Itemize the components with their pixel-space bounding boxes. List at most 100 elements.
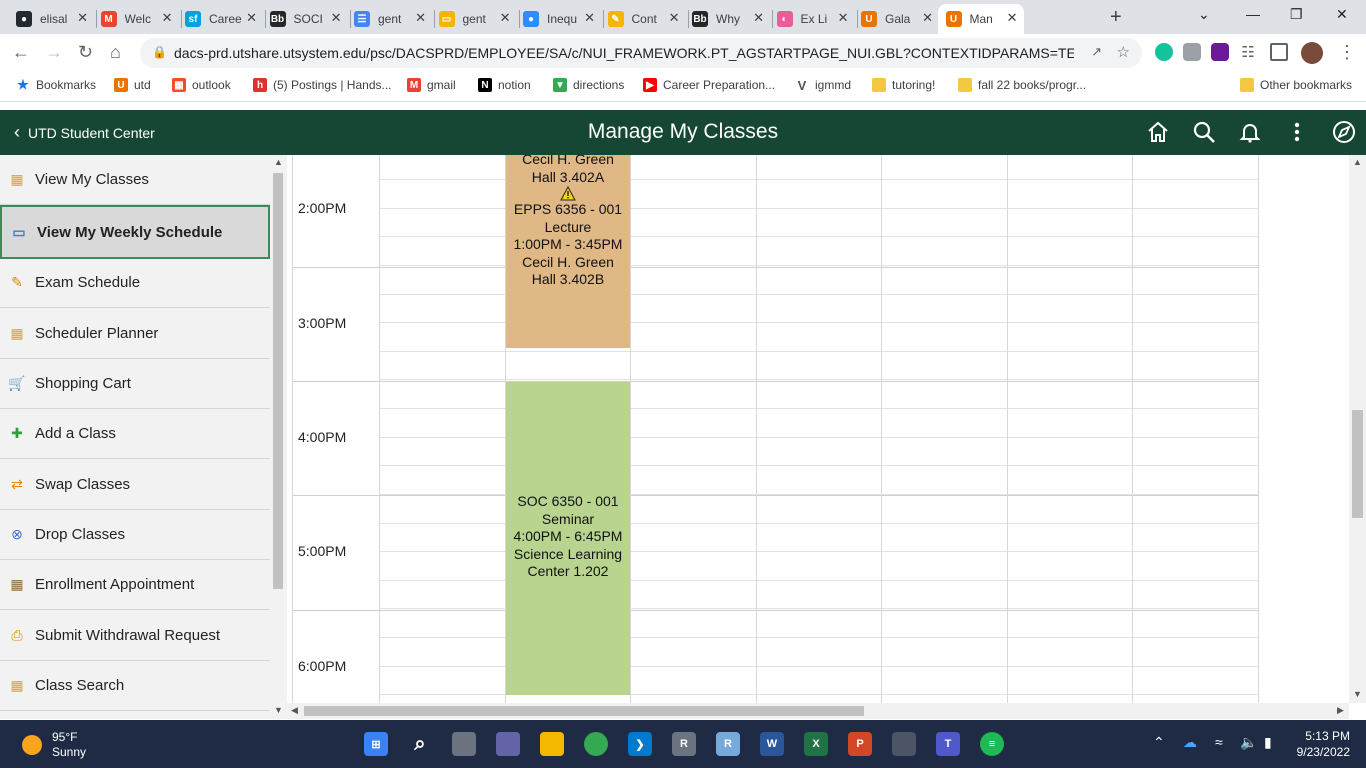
close-tab-icon[interactable]: ✕	[669, 10, 680, 26]
kebab-menu-icon[interactable]: ⋮	[1338, 42, 1356, 63]
close-tab-icon[interactable]: ✕	[838, 10, 849, 26]
r-console-icon[interactable]: R	[672, 732, 696, 756]
word-icon[interactable]: W	[760, 732, 784, 756]
class-meeting-block[interactable]: SOC 6350 - 001 Seminar 4:00PM - 6:45PM Scie…	[506, 382, 630, 695]
browser-tab[interactable]: ● Inequ ✕	[515, 4, 601, 34]
bookmark-item[interactable]: fall 22 books/progr...	[958, 78, 1086, 92]
browser-tab[interactable]: sf Caree ✕	[177, 4, 263, 34]
wifi-icon[interactable]: ≈	[1215, 734, 1223, 750]
battery-icon[interactable]: ▮	[1264, 734, 1272, 751]
sidebar-item[interactable]: ✎ Exam Schedule	[0, 258, 270, 308]
close-tab-icon[interactable]: ✕	[753, 10, 764, 26]
browser-tab[interactable]: M Welc ✕	[93, 4, 179, 34]
sidebar-item[interactable]: ⊗ Drop Classes	[0, 510, 270, 560]
bookmark-item[interactable]: ▦ outlook	[172, 78, 231, 92]
browser-tab[interactable]: ☰ gent ✕	[346, 4, 432, 34]
sidebar-item[interactable]: 🛒 Shopping Cart	[0, 359, 270, 409]
other-bookmarks[interactable]: Other bookmarks	[1240, 78, 1352, 92]
sidebar-item[interactable]: ▦ Class Search	[0, 661, 270, 711]
chevron-down-icon[interactable]: ⌄	[1198, 6, 1210, 23]
home-icon[interactable]	[1146, 120, 1170, 144]
scroll-right-icon[interactable]: ▶	[1337, 705, 1344, 716]
sidebar-item[interactable]: ▦ View My Classes	[0, 155, 270, 205]
bookmark-item[interactable]: h (5) Postings | Hands...	[253, 78, 392, 92]
browser-tab[interactable]: ● elisal ✕	[8, 4, 94, 34]
scroll-down-icon[interactable]: ▼	[1353, 689, 1362, 699]
horizontal-scroll-thumb[interactable]	[304, 706, 864, 716]
browser-tab[interactable]: U Man ✕	[937, 4, 1024, 34]
new-tab-icon[interactable]: +	[1110, 6, 1122, 29]
vertical-scroll-thumb[interactable]	[1352, 410, 1363, 518]
close-tab-icon[interactable]: ✕	[331, 10, 342, 26]
scroll-up-icon[interactable]: ▲	[1353, 157, 1362, 167]
actions-menu-icon[interactable]	[1285, 120, 1309, 144]
browser-tab[interactable]: ✎ Cont ✕	[600, 4, 686, 34]
extension-k-icon[interactable]	[1183, 43, 1201, 61]
forward-arrow-icon[interactable]: →	[45, 42, 63, 63]
teams-chat-icon[interactable]	[496, 732, 520, 756]
sidebar-item[interactable]: ▦ Enrollment Appointment	[0, 560, 270, 610]
search-icon[interactable]: ⌕	[408, 732, 432, 756]
file-explorer-icon[interactable]	[540, 732, 564, 756]
bookmark-item[interactable]: Mgmail	[407, 78, 456, 92]
spotify-icon[interactable]: ≡	[980, 732, 1004, 756]
system-clock[interactable]: 5:13 PM 9/23/2022	[1297, 728, 1350, 760]
url-text[interactable]: dacs-prd.utshare.utsystem.edu/psc/DACSPR…	[174, 45, 1074, 61]
back-arrow-icon[interactable]: ←	[12, 42, 30, 63]
onedrive-cloud-icon[interactable]: ☁	[1183, 734, 1197, 751]
bookmark-item[interactable]: ★ Bookmarks	[16, 77, 96, 92]
scroll-up-icon[interactable]: ▲	[274, 157, 283, 167]
close-tab-icon[interactable]: ✕	[77, 10, 88, 26]
schedule-horizontal-scrollbar[interactable]: ◀ ▶	[287, 703, 1349, 719]
excel-icon[interactable]: X	[804, 732, 828, 756]
sidebar-item[interactable]: ⎙ Submit Withdrawal Request	[0, 611, 270, 661]
volume-icon[interactable]: 🔈	[1240, 734, 1257, 751]
chrome-icon[interactable]	[584, 732, 608, 756]
browser-tab[interactable]: Bb Why ✕	[684, 4, 770, 34]
sidebar-item[interactable]: ▦ Scheduler Planner	[0, 309, 270, 359]
bookmark-star-icon[interactable]: ☆	[1117, 43, 1130, 61]
close-tab-icon[interactable]: ✕	[162, 10, 173, 26]
bookmark-item[interactable]: ▼ directions	[553, 78, 624, 92]
home-icon[interactable]: ⌂	[110, 42, 121, 63]
side-panel-icon[interactable]	[1270, 43, 1288, 61]
sidebar-item[interactable]: ▭ View My Weekly Schedule	[0, 205, 270, 259]
extension-r-icon[interactable]	[1211, 43, 1229, 61]
teams-icon[interactable]: T	[936, 732, 960, 756]
bell-icon[interactable]	[1238, 120, 1262, 144]
scroll-left-icon[interactable]: ◀	[291, 705, 298, 716]
rstudio-icon[interactable]: R	[716, 732, 740, 756]
sidebar-scrollbar[interactable]: ▲ ▼	[270, 155, 287, 719]
windows-start-icon[interactable]: ⊞	[364, 732, 388, 756]
close-tab-icon[interactable]: ✕	[922, 10, 933, 26]
sidebar-scroll-thumb[interactable]	[273, 173, 283, 589]
powerpoint-icon[interactable]: P	[848, 732, 872, 756]
close-tab-icon[interactable]: ✕	[584, 10, 595, 26]
profile-avatar[interactable]	[1301, 42, 1323, 64]
weather-widget[interactable]: 95°F Sunny	[22, 730, 86, 760]
bookmark-item[interactable]: Nnotion	[478, 78, 531, 92]
sidebar-item[interactable]: ✚ Add a Class	[0, 409, 270, 459]
browser-tab[interactable]: Bb SOCI ✕	[262, 4, 348, 34]
browser-tab[interactable]: ◐ Ex Li ✕	[769, 4, 855, 34]
close-tab-icon[interactable]: ✕	[415, 10, 426, 26]
schedule-vertical-scrollbar[interactable]: ▲ ▼	[1349, 155, 1366, 703]
browser-tab[interactable]: ▭ gent ✕	[431, 4, 517, 34]
class-meeting-block[interactable]: Cecil H. Green Hall 3.402A EPPS 6356 - 001…	[506, 155, 630, 348]
vscode-icon[interactable]: ❯	[628, 732, 652, 756]
puzzle-extensions-icon[interactable]: ☷	[1239, 43, 1257, 61]
task-view-icon[interactable]	[452, 732, 476, 756]
address-bar[interactable]: 🔒 dacs-prd.utshare.utsystem.edu/psc/DACS…	[140, 38, 1142, 68]
scroll-down-icon[interactable]: ▼	[274, 705, 283, 715]
bookmark-item[interactable]: Vigmmd	[795, 78, 851, 93]
maximize-icon[interactable]: ❐	[1290, 6, 1303, 23]
close-tab-icon[interactable]: ✕	[1007, 10, 1018, 26]
compass-navbar-icon[interactable]	[1332, 120, 1356, 144]
grammarly-icon[interactable]	[1155, 43, 1173, 61]
bookmark-item[interactable]: tutoring!	[872, 78, 935, 92]
search-icon[interactable]	[1192, 120, 1216, 144]
chevron-up-icon[interactable]: ⌃	[1153, 734, 1165, 751]
calculator-icon[interactable]	[892, 732, 916, 756]
share-icon[interactable]: ↗	[1091, 44, 1102, 60]
close-tab-icon[interactable]: ✕	[500, 10, 511, 26]
